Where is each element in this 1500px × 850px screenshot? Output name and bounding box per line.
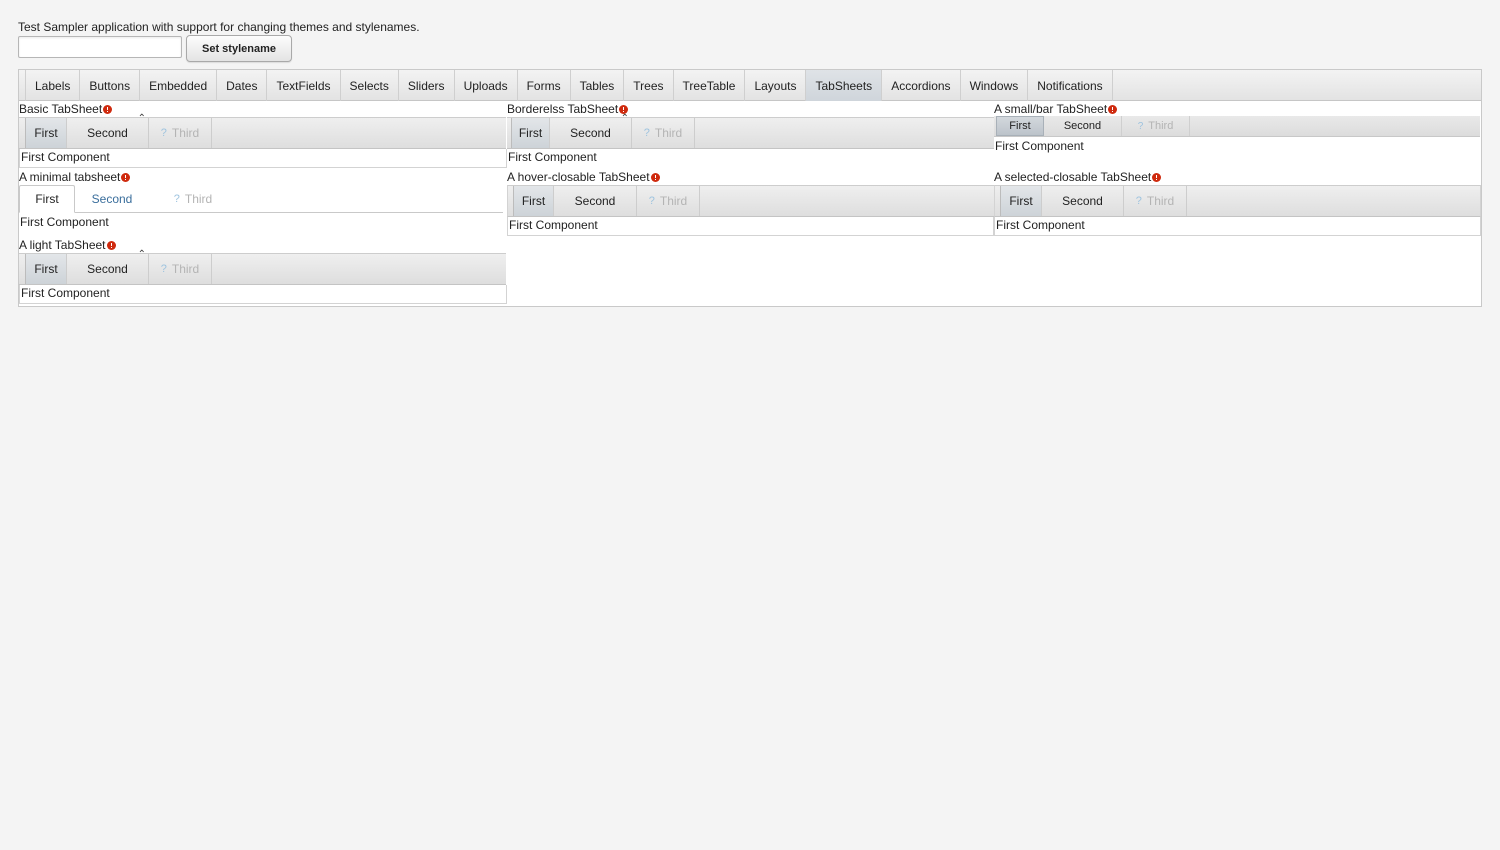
selected-closable-tabsheet-caption: A selected-closable TabSheet: [994, 170, 1162, 184]
tab-uploads[interactable]: Uploads: [455, 70, 518, 101]
selected-closable-tabsheet-content: First Component: [994, 217, 1481, 236]
tab-label: Third: [1148, 120, 1174, 132]
basic-tab-third: ? Third: [149, 118, 212, 148]
minimal-tab-second[interactable]: Second: [75, 185, 149, 213]
smallbar-tab-second[interactable]: Second: [1044, 116, 1122, 136]
tab-windows[interactable]: Windows: [961, 70, 1029, 101]
basic-tabsheet-caption: Basic TabSheet: [19, 102, 113, 116]
selected-closable-tabsheet-tabbar: First Second ? Third: [994, 185, 1481, 217]
required-error-icon: [650, 172, 660, 182]
caret-up-icon[interactable]: ⌃: [138, 113, 146, 124]
tab-embedded[interactable]: Embedded: [140, 70, 218, 101]
caption-text: A light TabSheet: [19, 238, 106, 252]
light-tabsheet-content: First Component: [19, 285, 507, 304]
hover-closable-tabsheet-tabbar: First Second ? Third: [507, 185, 994, 217]
minimal-tab-third: ? Third: [149, 185, 237, 212]
smallbar-tabsheet-caption: A small/bar TabSheet: [994, 102, 1118, 116]
caption-text: A hover-closable TabSheet: [507, 170, 650, 184]
required-error-icon: [103, 104, 113, 114]
caret-up-icon[interactable]: ⌃: [138, 249, 146, 260]
light-tabsheet-tabbar: First Second ⌃ ? Third: [19, 249, 506, 285]
selected-closable-tab-first[interactable]: First: [1000, 186, 1042, 216]
tab-label: Third: [659, 194, 688, 208]
caption-text: A selected-closable TabSheet: [994, 170, 1152, 184]
basic-tabsheet-tabbar: First Second ⌃ ? Third: [19, 113, 506, 149]
question-icon: ?: [160, 263, 167, 275]
required-error-icon: [106, 240, 116, 250]
tab-layouts[interactable]: Layouts: [745, 70, 807, 101]
question-icon: ?: [643, 127, 650, 139]
light-tab-second[interactable]: Second ⌃: [67, 249, 149, 284]
tab-sliders[interactable]: Sliders: [399, 70, 455, 101]
question-icon: ?: [160, 127, 167, 139]
tab-label: Third: [654, 126, 683, 140]
borderless-tabsheet-content: First Component: [508, 150, 597, 164]
question-icon: ?: [173, 192, 180, 205]
question-icon: ?: [648, 195, 655, 207]
tab-textfields[interactable]: TextFields: [267, 70, 341, 101]
app-description: Test Sampler application with support fo…: [18, 20, 420, 34]
minimal-tabsheet-caption: A minimal tabsheet: [19, 170, 131, 184]
hover-closable-tab-first[interactable]: First: [513, 186, 554, 216]
caption-text: Borderelss TabSheet: [507, 102, 619, 116]
tab-label: Third: [1146, 194, 1175, 208]
stylename-input[interactable]: [18, 36, 182, 58]
tab-dates[interactable]: Dates: [217, 70, 268, 101]
tab-label: Second: [87, 262, 128, 276]
borderless-tab-third: ? Third: [632, 118, 695, 148]
hover-closable-tab-second[interactable]: Second: [554, 186, 637, 216]
selected-closable-tab-third: ? Third: [1124, 186, 1187, 216]
hover-closable-tabsheet-caption: A hover-closable TabSheet: [507, 170, 660, 184]
tab-label: Second: [87, 126, 128, 140]
smallbar-tabsheet-content: First Component: [995, 139, 1084, 153]
smallbar-tab-first[interactable]: First: [996, 116, 1044, 136]
question-icon: ?: [1137, 120, 1144, 132]
caption-text: Basic TabSheet: [19, 102, 103, 116]
borderless-tab-second[interactable]: Second ⌃: [550, 113, 632, 148]
tab-trees[interactable]: Trees: [624, 70, 674, 101]
borderless-tabsheet-caption: Borderelss TabSheet: [507, 102, 629, 116]
selected-closable-tab-second[interactable]: Second: [1042, 186, 1124, 216]
tab-treetable[interactable]: TreeTable: [674, 70, 746, 101]
basic-tab-second[interactable]: Second ⌃: [67, 113, 149, 148]
hover-closable-tab-third: ? Third: [637, 186, 700, 216]
question-icon: ?: [1135, 195, 1142, 207]
smallbar-tabsheet-tabbar: First Second ? Third: [994, 116, 1480, 137]
minimal-tabsheet-content: First Component: [20, 215, 109, 229]
minimal-tab-first[interactable]: First: [19, 185, 75, 213]
required-error-icon: [1108, 104, 1118, 114]
tab-label: Third: [171, 262, 200, 276]
tab-buttons[interactable]: Buttons: [80, 70, 141, 101]
smallbar-tab-third: ? Third: [1122, 116, 1190, 136]
tab-notifications[interactable]: Notifications: [1028, 70, 1113, 101]
required-error-icon: [121, 172, 131, 182]
light-tab-first[interactable]: First: [25, 254, 67, 284]
tab-forms[interactable]: Forms: [518, 70, 571, 101]
basic-tab-first[interactable]: First: [25, 118, 67, 148]
tab-selects[interactable]: Selects: [341, 70, 399, 101]
main-tabbar: Labels Buttons Embedded Dates TextFields…: [19, 70, 1481, 101]
tab-label: Second: [570, 126, 611, 140]
caret-up-icon[interactable]: ⌃: [621, 113, 629, 124]
caption-text: A minimal tabsheet: [19, 170, 121, 184]
caption-text: A small/bar TabSheet: [994, 102, 1108, 116]
borderless-tab-first[interactable]: First: [511, 118, 550, 148]
light-tabsheet-caption: A light TabSheet: [19, 238, 116, 252]
borderless-tabsheet-tabbar: First Second ⌃ ? Third: [507, 113, 994, 149]
tab-label: Third: [184, 191, 213, 206]
basic-tabsheet-content: First Component: [19, 149, 507, 168]
tab-labels[interactable]: Labels: [25, 70, 81, 101]
required-error-icon: [1152, 172, 1162, 182]
set-stylename-button[interactable]: Set stylename: [186, 35, 292, 62]
minimal-tabsheet-tabbar: First Second ? Third: [19, 185, 503, 213]
tab-tabsheets[interactable]: TabSheets: [806, 70, 883, 101]
tab-accordions[interactable]: Accordions: [882, 70, 961, 101]
light-tab-third: ? Third: [149, 254, 212, 284]
tab-tables[interactable]: Tables: [571, 70, 625, 101]
tab-label: Third: [171, 126, 200, 140]
hover-closable-tabsheet-content: First Component: [507, 217, 994, 236]
